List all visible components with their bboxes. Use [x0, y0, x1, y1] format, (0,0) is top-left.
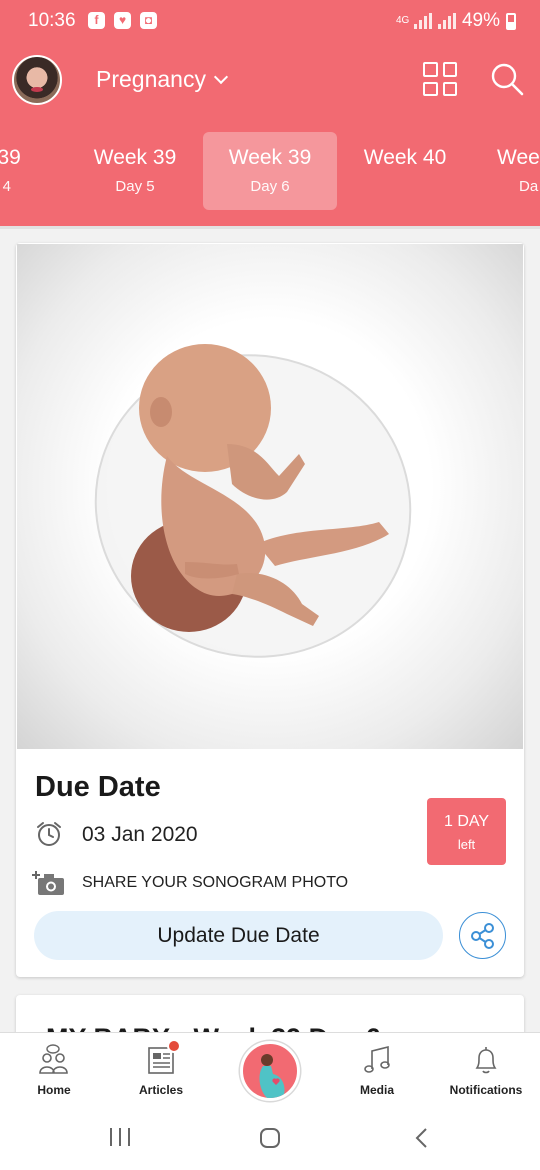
- community-icon: [39, 1044, 68, 1074]
- pregnancy-center-button[interactable]: [240, 1041, 300, 1101]
- week-tab[interactable]: Wee Da: [473, 132, 540, 210]
- nav-label: Notifications: [449, 1083, 523, 1097]
- notification-dot: [167, 1039, 181, 1053]
- share-sonogram-link[interactable]: SHARE YOUR SONOGRAM PHOTO: [82, 874, 348, 892]
- status-right: 4G 49%: [396, 10, 516, 32]
- nav-label: Home: [37, 1083, 71, 1097]
- battery-icon: [506, 12, 516, 30]
- chevron-down-icon: [213, 69, 229, 85]
- app-notification-icon: ♥: [114, 12, 131, 29]
- share-icon: [471, 923, 494, 949]
- battery-percent: 49%: [461, 10, 500, 31]
- nav-articles[interactable]: Articles: [111, 1039, 211, 1097]
- nav-notifications[interactable]: Notifications: [436, 1043, 536, 1097]
- week-selector: k 39 y 4 Week 39 Day 5 Week 39 Day 6 Wee…: [0, 120, 540, 226]
- week-tab[interactable]: k 39 y 4: [0, 132, 68, 210]
- week-label: Wee: [497, 146, 540, 169]
- bell-icon: [475, 1047, 497, 1074]
- app-notification-icon: ◘: [140, 12, 157, 29]
- facebook-icon: f: [88, 12, 105, 29]
- notification-icons: f ♥ ◘: [88, 12, 157, 29]
- nav-media[interactable]: Media: [327, 1043, 427, 1097]
- divider: [0, 226, 540, 229]
- fetus-image: [17, 244, 523, 749]
- day-label: Da: [519, 178, 539, 195]
- signal-icon: [437, 13, 456, 29]
- nav-label: Articles: [138, 1083, 184, 1097]
- recent-apps-icon[interactable]: [108, 1126, 132, 1148]
- bottom-nav: Home Articles Media Notifications: [0, 1032, 540, 1108]
- alarm-clock-icon: [37, 822, 61, 846]
- week-label: Week 39: [228, 146, 312, 169]
- day-label: Day 6: [250, 178, 290, 195]
- week-label: Week 40: [363, 146, 447, 169]
- app-bar: Pregnancy: [0, 44, 540, 120]
- nav-label: Media: [359, 1083, 394, 1097]
- days-left-badge: 1 DAY left: [427, 798, 506, 865]
- app-title: Pregnancy: [96, 66, 206, 92]
- search-icon[interactable]: [490, 62, 524, 96]
- status-time: 10:36: [28, 10, 76, 31]
- share-button[interactable]: [459, 912, 506, 959]
- avatar[interactable]: [12, 55, 62, 105]
- signal-icon: [413, 13, 432, 29]
- week-label: Week 39: [93, 146, 177, 169]
- day-label: Day 5: [115, 178, 155, 195]
- grid-menu-icon[interactable]: [423, 62, 457, 96]
- update-due-date-button[interactable]: Update Due Date: [34, 911, 443, 960]
- day-label: y 4: [0, 178, 11, 195]
- days-left-count: 1 DAY: [443, 813, 490, 830]
- days-left-label: left: [457, 837, 476, 852]
- week-tab-selected[interactable]: Week 39 Day 6: [203, 132, 337, 210]
- pregnancy-selector[interactable]: Pregnancy: [96, 66, 229, 93]
- system-nav-bar: [0, 1108, 540, 1170]
- network-type: 4G: [395, 15, 410, 26]
- week-tab[interactable]: Week 40: [338, 132, 472, 210]
- nav-home[interactable]: Home: [4, 1043, 104, 1097]
- due-date-title: Due Date: [35, 771, 161, 803]
- pregnant-woman-icon: [259, 1054, 285, 1098]
- due-date-card: Due Date 03 Jan 2020 SHARE YOUR SONOGRAM…: [16, 243, 524, 977]
- home-icon[interactable]: [258, 1126, 282, 1150]
- due-date-value: 03 Jan 2020: [82, 823, 198, 846]
- status-bar: 10:36 f ♥ ◘ 4G 49%: [0, 0, 540, 44]
- music-note-icon: [364, 1045, 390, 1073]
- add-photo-icon[interactable]: [32, 867, 66, 897]
- week-tab[interactable]: Week 39 Day 5: [68, 132, 202, 210]
- back-icon[interactable]: [410, 1126, 434, 1150]
- week-label: k 39: [0, 146, 21, 169]
